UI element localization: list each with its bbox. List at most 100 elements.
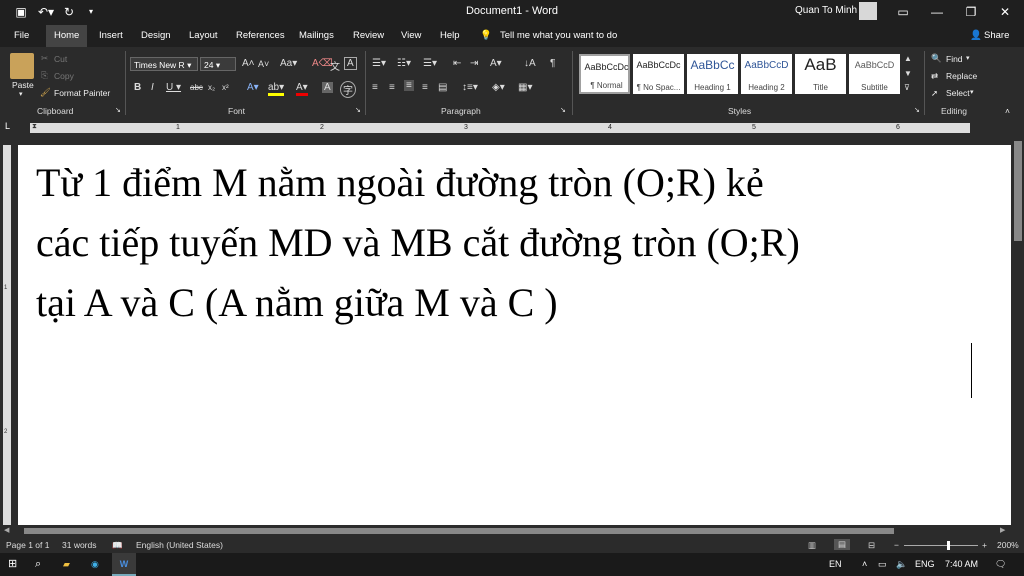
phonetic-guide-icon[interactable]: 文 (330, 58, 340, 73)
tab-layout[interactable]: Layout (189, 25, 218, 47)
document-line[interactable]: tại A và C (A nằm giữa M và C ) (36, 273, 996, 333)
search-icon[interactable]: ⌕ (35, 553, 41, 576)
align-right-icon[interactable]: ≡ (404, 80, 414, 91)
windows-start-icon[interactable]: ⊞ (8, 553, 17, 576)
print-layout-icon[interactable]: ▤ (834, 539, 851, 550)
zoom-in-icon[interactable]: + (982, 540, 987, 550)
style-subtitle[interactable]: AaBbCcD Subtitle (849, 54, 900, 94)
proofing-icon[interactable]: 📖 (112, 540, 123, 551)
character-shading-icon[interactable]: A (322, 82, 333, 93)
numbering-icon[interactable]: ☷▾ (397, 58, 411, 69)
file-explorer-icon[interactable]: ▰ (63, 553, 70, 576)
multilevel-list-icon[interactable]: ☰▾ (423, 58, 437, 69)
volume-icon[interactable]: 🔈 (896, 553, 907, 576)
language-status[interactable]: English (United States) (136, 540, 223, 550)
character-border-icon[interactable]: A (344, 57, 357, 70)
align-left-icon[interactable]: ≡ (372, 82, 378, 93)
tab-insert[interactable]: Insert (99, 25, 123, 47)
style-heading-2[interactable]: AaBbCcD Heading 2 (741, 54, 792, 94)
justify-icon[interactable]: ≡ (422, 82, 428, 93)
highlight-icon[interactable]: ab▾ (268, 82, 285, 96)
ribbon-display-icon[interactable]: ▭ (896, 3, 910, 21)
replace-button[interactable]: Replace (946, 71, 977, 81)
styles-scroll-up-icon[interactable]: ▲ (904, 54, 912, 63)
show-marks-icon[interactable]: ¶ (550, 58, 555, 69)
shrink-font-icon[interactable]: A˅ (258, 59, 269, 69)
bold-icon[interactable]: B (134, 82, 141, 93)
paste-dropdown-icon[interactable]: ▾ (19, 90, 23, 98)
tab-home[interactable]: Home (46, 25, 88, 47)
sort-icon[interactable]: ↓A (524, 58, 536, 69)
styles-more-icon[interactable]: ⊽ (904, 83, 910, 92)
find-dropdown-icon[interactable]: ▾ (966, 54, 970, 62)
input-method[interactable]: ENG (915, 553, 935, 576)
font-launcher-icon[interactable]: ↘ (355, 106, 361, 114)
document-page[interactable]: Từ 1 điểm M nằm ngoài đường tròn (O;R) k… (18, 145, 1011, 525)
decrease-indent-icon[interactable]: ⇤ (453, 58, 461, 69)
read-mode-icon[interactable]: ▥ (808, 540, 816, 551)
notifications-icon[interactable]: 🗨 (995, 553, 1006, 576)
avatar[interactable] (859, 2, 877, 20)
zoom-out-icon[interactable]: − (894, 540, 899, 550)
clock[interactable]: 7:40 AM (945, 553, 978, 576)
styles-launcher-icon[interactable]: ↘ (914, 106, 920, 114)
edge-icon[interactable]: ◉ (91, 553, 99, 576)
font-color-icon[interactable]: A▾ (296, 82, 308, 96)
word-count[interactable]: 31 words (62, 540, 97, 550)
select-dropdown-icon[interactable]: ▾ (970, 88, 974, 96)
tab-view[interactable]: View (401, 25, 421, 47)
grow-font-icon[interactable]: A˄ (242, 58, 255, 69)
paste-button[interactable]: Paste (12, 80, 34, 90)
tab-mailings[interactable]: Mailings (299, 25, 334, 47)
close-icon[interactable]: ✕ (998, 3, 1012, 21)
document-body[interactable]: Từ 1 điểm M nằm ngoài đường tròn (O;R) k… (36, 153, 996, 333)
copy-button[interactable]: Copy (54, 71, 74, 81)
user-name[interactable]: Quan To Minh (795, 5, 857, 16)
indent-marker-icon[interactable]: ⧗ (32, 123, 37, 131)
bullets-icon[interactable]: ☰▾ (372, 58, 386, 69)
document-line[interactable]: các tiếp tuyến MD và MB cắt đường tròn (… (36, 213, 996, 273)
zoom-level[interactable]: 200% (997, 540, 1019, 550)
find-button[interactable]: Find (946, 54, 963, 64)
paste-icon[interactable] (10, 53, 34, 79)
line-spacing-icon[interactable]: ↕≡▾ (462, 82, 478, 93)
increase-indent-icon[interactable]: ⇥ (470, 58, 478, 69)
vertical-scroll-thumb[interactable] (1014, 141, 1022, 241)
clipboard-launcher-icon[interactable]: ↘ (115, 106, 121, 114)
zoom-slider-thumb[interactable] (947, 541, 950, 550)
underline-icon[interactable]: U ▾ (166, 82, 181, 93)
tab-design[interactable]: Design (141, 25, 171, 47)
tab-help[interactable]: Help (440, 25, 460, 47)
style-title[interactable]: AaB Title (795, 54, 846, 94)
italic-icon[interactable]: I (151, 82, 154, 93)
borders-icon[interactable]: ▦▾ (518, 82, 532, 93)
distributed-icon[interactable]: ▤ (438, 82, 447, 93)
styles-scroll-down-icon[interactable]: ▼ (904, 69, 912, 78)
paragraph-launcher-icon[interactable]: ↘ (560, 106, 566, 114)
restore-icon[interactable]: ❐ (964, 3, 978, 21)
format-painter-button[interactable]: Format Painter (54, 88, 110, 98)
change-case-icon[interactable]: Aa▾ (280, 58, 297, 69)
tab-references[interactable]: References (236, 25, 285, 47)
align-center-icon[interactable]: ≡ (389, 82, 395, 93)
scroll-left-icon[interactable]: ◀ (4, 526, 9, 534)
text-effects-icon[interactable]: A▾ (247, 82, 259, 93)
tab-review[interactable]: Review (353, 25, 384, 47)
page-count[interactable]: Page 1 of 1 (6, 540, 49, 550)
ruler-strip[interactable]: ⧗ 1 2 3 4 5 6 (30, 123, 1011, 133)
tab-selector-icon[interactable]: L (5, 121, 10, 131)
font-size-select[interactable]: 24 ▾ (200, 57, 236, 71)
display-icon[interactable]: ▭ (878, 553, 887, 576)
share-button[interactable]: Share (984, 25, 1009, 47)
style-normal[interactable]: AaBbCcDc ¶ Normal (579, 54, 630, 94)
word-taskbar-icon[interactable]: W (112, 553, 136, 576)
select-button[interactable]: Select (946, 88, 970, 98)
tell-me-search[interactable]: Tell me what you want to do (500, 25, 617, 47)
tab-file[interactable]: File (14, 25, 29, 47)
collapse-ribbon-icon[interactable]: ˄ (1005, 106, 1010, 116)
style-no-spacing[interactable]: AaBbCcDc ¶ No Spac... (633, 54, 684, 94)
horizontal-scroll-thumb[interactable] (24, 528, 894, 534)
zoom-slider[interactable] (904, 545, 978, 546)
enclose-characters-icon[interactable]: 字 (340, 81, 356, 98)
strikethrough-icon[interactable]: abc (190, 83, 203, 92)
